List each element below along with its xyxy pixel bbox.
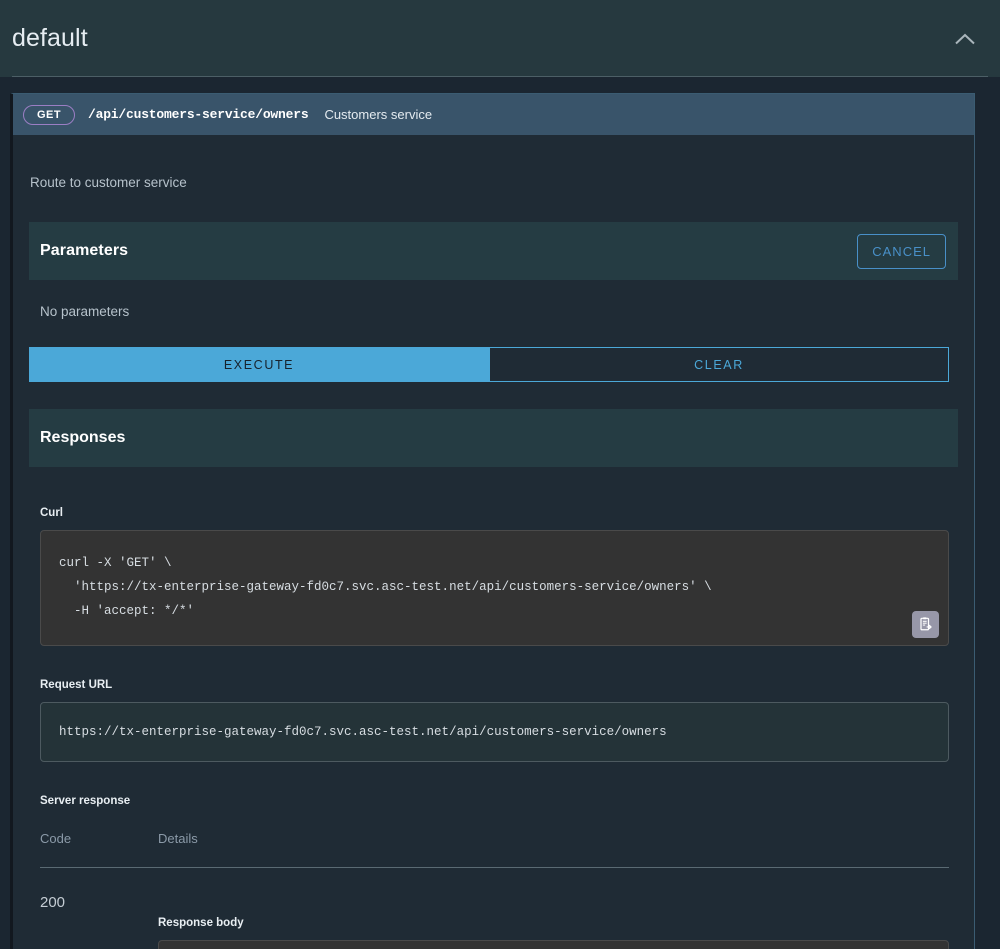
http-method-badge: GET — [23, 105, 75, 125]
cancel-button[interactable]: CANCEL — [857, 234, 946, 269]
execute-button[interactable]: EXECUTE — [29, 347, 489, 382]
chevron-up-icon[interactable] — [952, 26, 978, 52]
copy-to-clipboard-icon[interactable] — [912, 611, 939, 638]
responses-section-header: Responses — [29, 409, 958, 467]
operation-description: Route to customer service — [13, 135, 974, 190]
operation-summary-text: Customers service — [324, 107, 432, 122]
request-url-text: https://tx-enterprise-gateway-fd0c7.svc.… — [59, 725, 930, 739]
response-status-code: 200 — [40, 894, 158, 949]
operation-path: /api/customers-service/owners — [88, 107, 308, 122]
curl-label: Curl — [13, 467, 974, 519]
clear-button[interactable]: CLEAR — [489, 347, 949, 382]
response-details-cell: Response body — [158, 894, 949, 949]
server-response-label: Server response — [13, 762, 974, 807]
table-row: 200 Response body — [40, 868, 949, 949]
action-button-row: EXECUTE CLEAR — [29, 347, 949, 382]
column-header-details: Details — [158, 831, 198, 846]
response-body-label: Response body — [158, 894, 949, 929]
parameters-section-header: Parameters CANCEL — [29, 222, 958, 280]
operation-body: Route to customer service Parameters CAN… — [13, 135, 974, 949]
request-url-block: https://tx-enterprise-gateway-fd0c7.svc.… — [40, 702, 949, 762]
response-body-code-block — [158, 940, 949, 949]
table-header-row: Code Details — [40, 831, 949, 868]
operations-container: GET /api/customers-service/owners Custom… — [0, 93, 975, 949]
no-parameters-text: No parameters — [13, 280, 974, 319]
page-title: default — [12, 24, 952, 53]
column-header-code: Code — [40, 831, 158, 846]
tag-section-header[interactable]: default — [0, 0, 1000, 77]
parameters-heading: Parameters — [40, 242, 128, 260]
request-url-label: Request URL — [13, 646, 974, 691]
curl-command-text: curl -X 'GET' \ 'https://tx-enterprise-g… — [59, 551, 934, 623]
header-divider — [12, 76, 988, 77]
curl-code-block: curl -X 'GET' \ 'https://tx-enterprise-g… — [40, 530, 949, 646]
operation-block: GET /api/customers-service/owners Custom… — [10, 93, 975, 949]
server-response-table: Code Details 200 Response body — [40, 831, 949, 949]
responses-heading: Responses — [40, 429, 125, 447]
operation-summary-row[interactable]: GET /api/customers-service/owners Custom… — [13, 94, 974, 135]
